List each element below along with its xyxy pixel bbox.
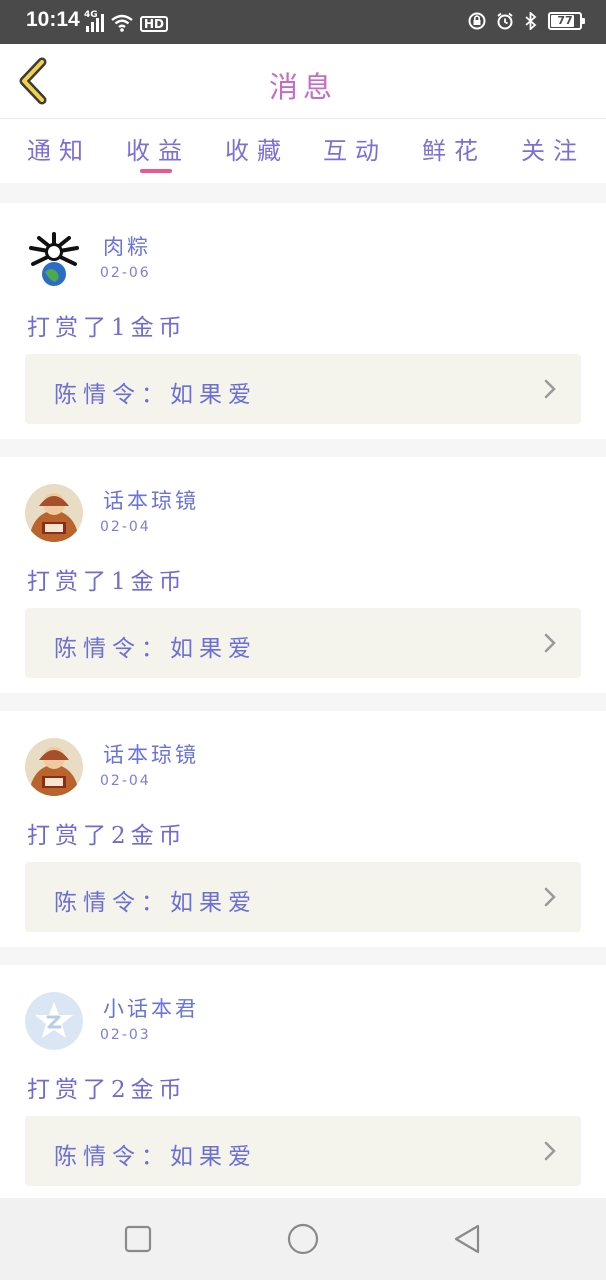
username[interactable]: 肉粽 [103, 231, 151, 261]
status-left-icons: 4G HD [84, 10, 169, 32]
chevron-right-icon [544, 633, 556, 653]
work-link[interactable]: 陈情令：如果爱 [25, 354, 581, 424]
message-card[interactable]: 肉粽 02-06 打赏了1金币 陈情令：如果爱 [0, 203, 606, 439]
tab-earnings[interactable]: 收益 [126, 131, 190, 166]
reward-text: 打赏了1金币 [27, 315, 187, 341]
work-title: 陈情令：如果爱 [54, 890, 257, 916]
alarm-icon [497, 12, 513, 30]
active-tab-indicator [140, 169, 172, 173]
message-date: 02-04 [100, 519, 151, 535]
tab-favorites[interactable]: 收藏 [225, 131, 289, 166]
bluetooth-icon [525, 12, 537, 30]
recent-apps-icon[interactable] [121, 1222, 155, 1256]
status-right-icons: 77 [468, 12, 585, 30]
status-bar: 10:14 4G HD 77 [0, 0, 606, 44]
meme-avatar-icon[interactable] [25, 230, 83, 288]
reward-text: 打赏了2金币 [27, 823, 187, 849]
chevron-right-icon [544, 1141, 556, 1161]
work-title: 陈情令：如果爱 [54, 1144, 257, 1170]
username[interactable]: 话本琼镜 [103, 485, 199, 515]
system-back-icon[interactable] [450, 1222, 484, 1256]
monk-avatar-icon[interactable] [25, 484, 83, 542]
monk-avatar-icon[interactable] [25, 738, 83, 796]
system-nav-bar [0, 1198, 606, 1280]
home-icon[interactable] [286, 1222, 320, 1256]
tab-notice[interactable]: 通知 [27, 131, 91, 166]
reward-text: 打赏了2金币 [27, 1077, 187, 1103]
message-card[interactable]: 话本琼镜 02-04 打赏了2金币 陈情令：如果爱 [0, 711, 606, 947]
message-date: 02-04 [100, 773, 151, 789]
work-title: 陈情令：如果爱 [54, 382, 257, 408]
message-date: 02-06 [100, 265, 151, 281]
status-time: 10:14 [26, 8, 80, 31]
reward-text: 打赏了1金币 [27, 569, 187, 595]
work-link[interactable]: 陈情令：如果爱 [25, 862, 581, 932]
default-star-avatar-icon[interactable] [25, 992, 83, 1050]
page-title: 消息 [268, 70, 337, 104]
work-title: 陈情令：如果爱 [54, 636, 257, 662]
battery-icon: 77 [548, 12, 585, 30]
message-date: 02-03 [100, 1027, 151, 1043]
chevron-right-icon [544, 887, 556, 907]
message-card[interactable]: 小话本君 02-03 打赏了2金币 陈情令：如果爱 [0, 965, 606, 1201]
wifi-icon [111, 14, 133, 32]
tab-bar: 通知 收益 收藏 互动 鲜花 关注 [0, 119, 606, 183]
tab-flowers[interactable]: 鲜花 [422, 131, 486, 166]
username[interactable]: 话本琼镜 [103, 739, 199, 769]
cellular-signal-icon: 4G [84, 10, 104, 32]
hd-icon: HD [140, 16, 169, 32]
chevron-right-icon [544, 379, 556, 399]
message-card[interactable]: 话本琼镜 02-04 打赏了1金币 陈情令：如果爱 [0, 457, 606, 693]
battery-level: 77 [557, 14, 573, 27]
tab-following[interactable]: 关注 [521, 131, 585, 166]
rotation-lock-icon [468, 12, 486, 30]
tab-interactions[interactable]: 互动 [323, 131, 387, 166]
username[interactable]: 小话本君 [103, 993, 199, 1023]
app-header: 消息 [0, 44, 606, 119]
work-link[interactable]: 陈情令：如果爱 [25, 608, 581, 678]
work-link[interactable]: 陈情令：如果爱 [25, 1116, 581, 1186]
